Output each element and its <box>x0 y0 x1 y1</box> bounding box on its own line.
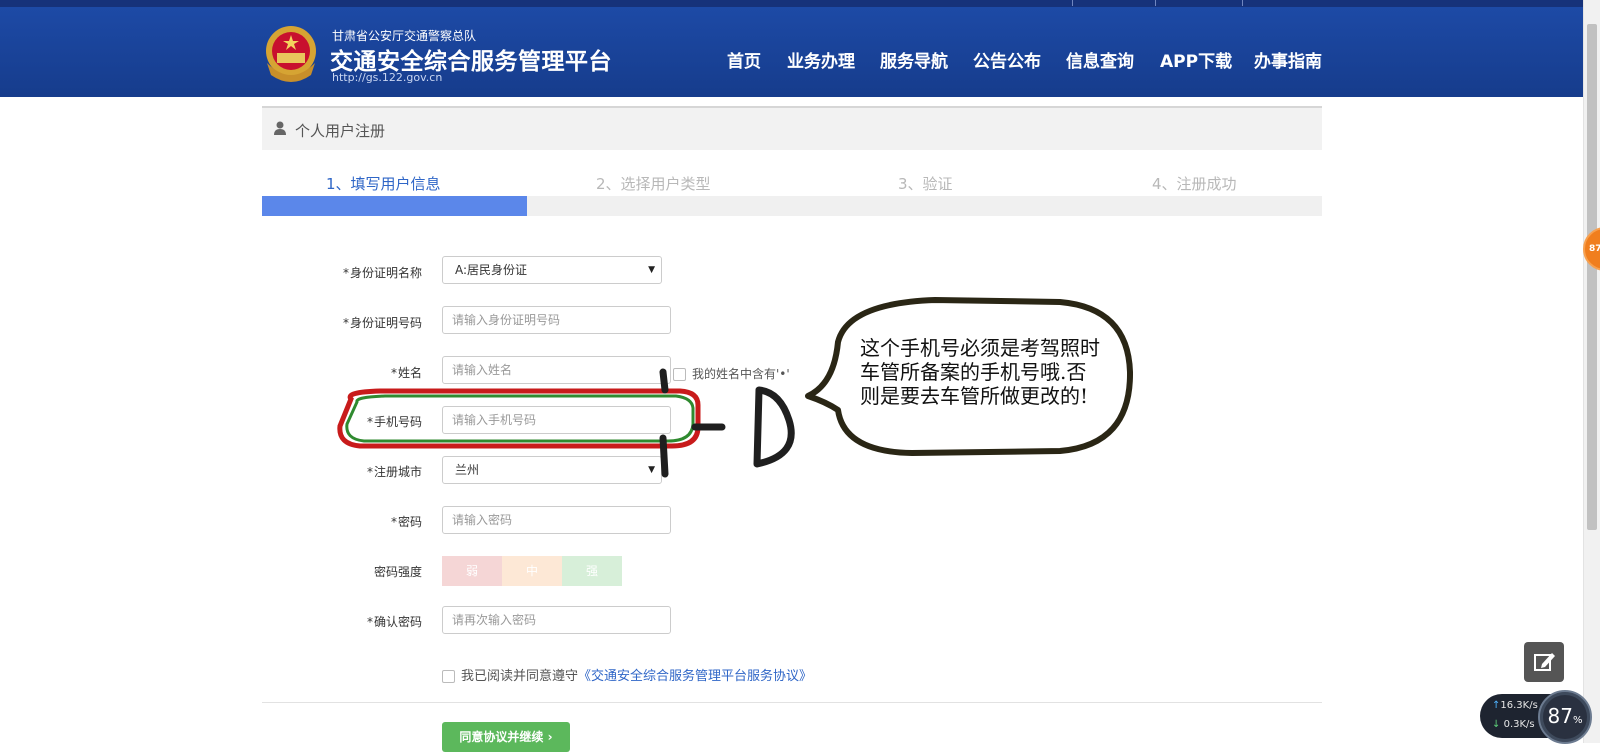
network-speed-widget[interactable]: ↑16.3K/s ↓ 0.3K/s 87% <box>1480 690 1592 744</box>
edit-icon <box>1534 653 1555 671</box>
scroll-thumb[interactable] <box>1587 24 1597 530</box>
upload-speed: ↑16.3K/s <box>1492 700 1538 711</box>
feedback-edit-button[interactable] <box>1524 642 1564 682</box>
annotation-overlay <box>337 297 1134 478</box>
marker-d <box>753 386 795 468</box>
phone-highlight-ring-inner <box>345 394 695 443</box>
annotation-note: 这个手机号必须是考驾照时车管所备案的手机号哦.否则是要去车管所做更改的! <box>860 336 1100 408</box>
phone-highlight-ring <box>337 388 701 449</box>
scrollbar[interactable] <box>1583 0 1600 743</box>
download-speed: ↓ 0.3K/s <box>1492 719 1535 730</box>
gauge-percent: 87% <box>1547 704 1583 728</box>
cpu-gauge: 87% <box>1538 690 1592 744</box>
